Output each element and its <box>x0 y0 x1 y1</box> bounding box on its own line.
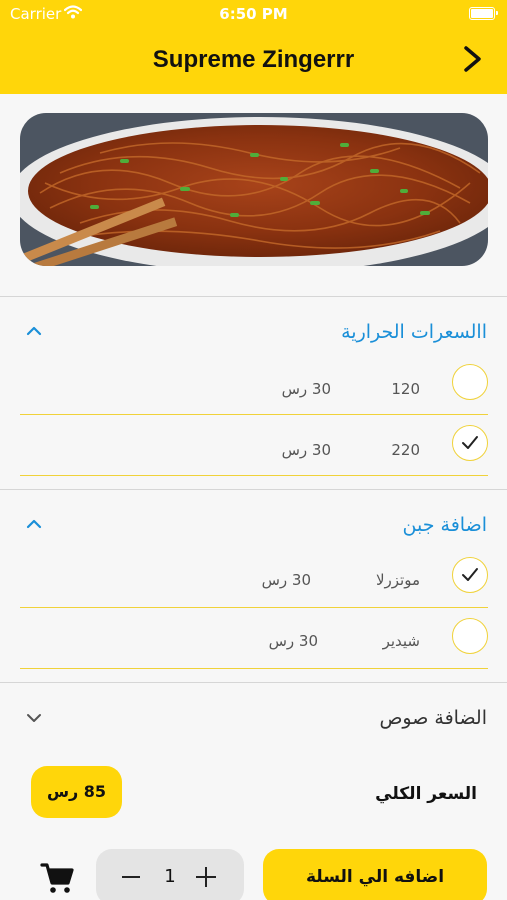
section-title-calories[interactable]: االسعرات الحرارية <box>341 321 487 343</box>
chevron-down-icon[interactable] <box>26 713 42 723</box>
divider <box>0 296 507 297</box>
checkbox-circle[interactable] <box>452 557 488 593</box>
page-title: Supreme Zingerrr <box>152 46 355 73</box>
chevron-up-icon[interactable] <box>26 326 42 336</box>
option-name: شيدير <box>382 632 420 650</box>
battery-icon <box>469 7 498 20</box>
section-title-sauce[interactable]: الضافة صوص <box>379 707 487 729</box>
option-row[interactable]: 220 30 رس <box>20 415 488 476</box>
product-image <box>20 113 488 266</box>
checkbox-circle[interactable] <box>452 364 488 400</box>
option-price: 30 رس <box>281 380 331 398</box>
option-name: موتزرلا <box>375 571 420 589</box>
quantity-value: 1 <box>164 866 176 887</box>
check-icon <box>462 568 478 581</box>
option-row[interactable]: موتزرلا 30 رس <box>20 547 488 608</box>
status-bar: Carrier 6:50 PM <box>0 4 507 24</box>
plus-button[interactable] <box>196 867 216 887</box>
chevron-right-icon[interactable] <box>461 45 485 73</box>
cart-icon[interactable] <box>40 861 74 895</box>
option-name: 220 <box>391 441 420 459</box>
option-name: 120 <box>391 380 420 398</box>
option-row[interactable]: شيدير 30 رس <box>20 608 488 669</box>
quantity-stepper: 1 <box>96 849 244 900</box>
app-header: Carrier 6:50 PM Supreme Zingerrr <box>0 0 507 94</box>
status-time: 6:50 PM <box>219 5 288 23</box>
divider <box>0 682 507 683</box>
divider <box>0 489 507 490</box>
chevron-up-icon[interactable] <box>26 519 42 529</box>
checkbox-circle[interactable] <box>452 425 488 461</box>
total-price-badge: 85 رس <box>31 766 122 818</box>
option-price: 30 رس <box>261 571 311 589</box>
option-price: 30 رس <box>268 632 318 650</box>
section-title-cheese[interactable]: اضافة جبن <box>403 514 487 536</box>
add-to-cart-button[interactable]: اضافه الي السلة <box>263 849 487 900</box>
check-icon <box>462 436 478 449</box>
total-price-label: السعر الكلي <box>375 784 477 804</box>
checkbox-circle[interactable] <box>452 618 488 654</box>
option-price: 30 رس <box>281 441 331 459</box>
option-row[interactable]: 120 30 رس <box>20 354 488 415</box>
